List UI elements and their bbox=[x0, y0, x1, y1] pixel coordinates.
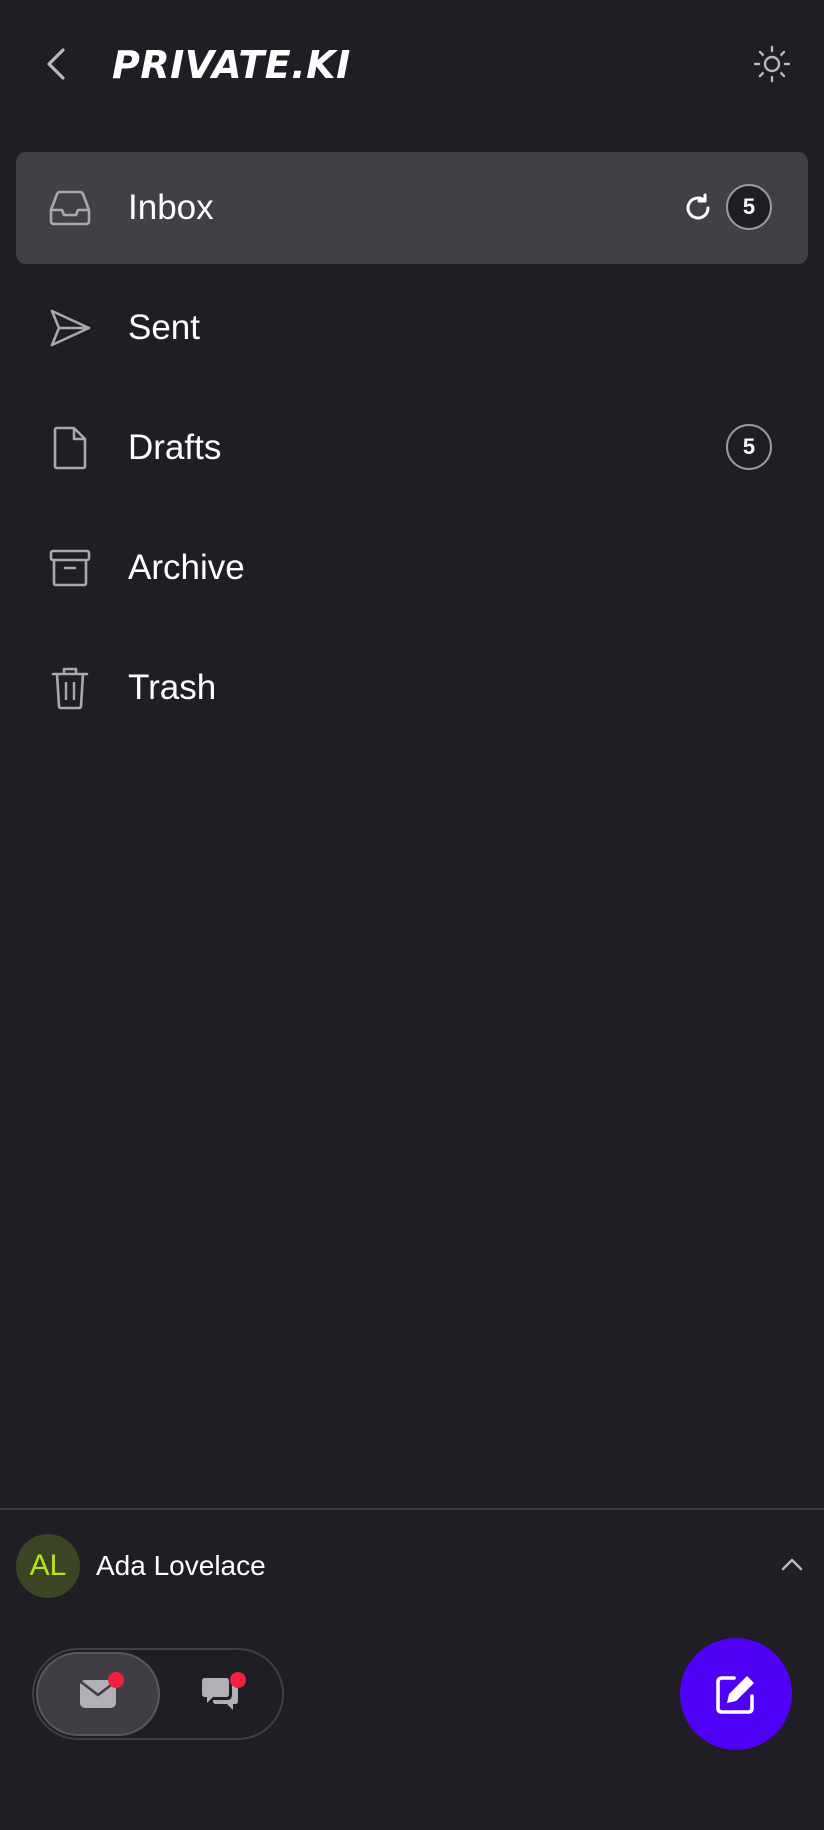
draft-count-badge: 5 bbox=[726, 424, 772, 470]
folder-label: Trash bbox=[128, 668, 217, 707]
chevron-up-icon bbox=[776, 1548, 808, 1580]
inbox-icon bbox=[48, 186, 92, 230]
refresh-button[interactable] bbox=[676, 186, 720, 230]
folder-item-archive[interactable]: Archive bbox=[16, 512, 808, 624]
chevron-left-icon bbox=[47, 48, 65, 80]
avatar: AL bbox=[16, 1534, 80, 1598]
trash-icon bbox=[48, 666, 92, 710]
folder-item-inbox[interactable]: Inbox 5 bbox=[16, 152, 808, 264]
archive-icon bbox=[48, 546, 92, 590]
folder-label: Archive bbox=[128, 548, 245, 587]
folder-label: Inbox bbox=[128, 188, 214, 227]
app-header: PRIVATE.KI bbox=[0, 0, 824, 130]
app-logo: PRIVATE.KI bbox=[112, 43, 351, 87]
unread-count-badge: 5 bbox=[726, 184, 772, 230]
folder-list: Inbox 5 Sent Drafts 5 Archive Trash bbox=[16, 152, 808, 752]
folder-item-sent[interactable]: Sent bbox=[16, 272, 808, 384]
footer-divider bbox=[0, 1508, 824, 1510]
chat-mode-button[interactable] bbox=[158, 1652, 282, 1736]
unread-dot bbox=[230, 1672, 246, 1688]
file-icon bbox=[48, 426, 92, 470]
edit-icon bbox=[716, 1676, 754, 1714]
unread-dot bbox=[108, 1672, 124, 1688]
compose-button[interactable] bbox=[680, 1638, 792, 1750]
account-name: Ada Lovelace bbox=[96, 1550, 266, 1581]
sun-icon bbox=[753, 45, 791, 83]
refresh-icon bbox=[686, 193, 710, 220]
folder-label: Drafts bbox=[128, 428, 222, 467]
account-switcher[interactable]: AL Ada Lovelace bbox=[0, 1512, 824, 1620]
folder-item-drafts[interactable]: Drafts 5 bbox=[16, 392, 808, 504]
back-button[interactable] bbox=[36, 40, 76, 88]
folder-label: Sent bbox=[128, 308, 200, 347]
send-icon bbox=[48, 306, 92, 350]
theme-toggle-button[interactable] bbox=[748, 40, 796, 88]
app-mode-switcher bbox=[32, 1648, 284, 1740]
mail-mode-button[interactable] bbox=[36, 1652, 160, 1736]
folder-item-trash[interactable]: Trash bbox=[16, 632, 808, 744]
